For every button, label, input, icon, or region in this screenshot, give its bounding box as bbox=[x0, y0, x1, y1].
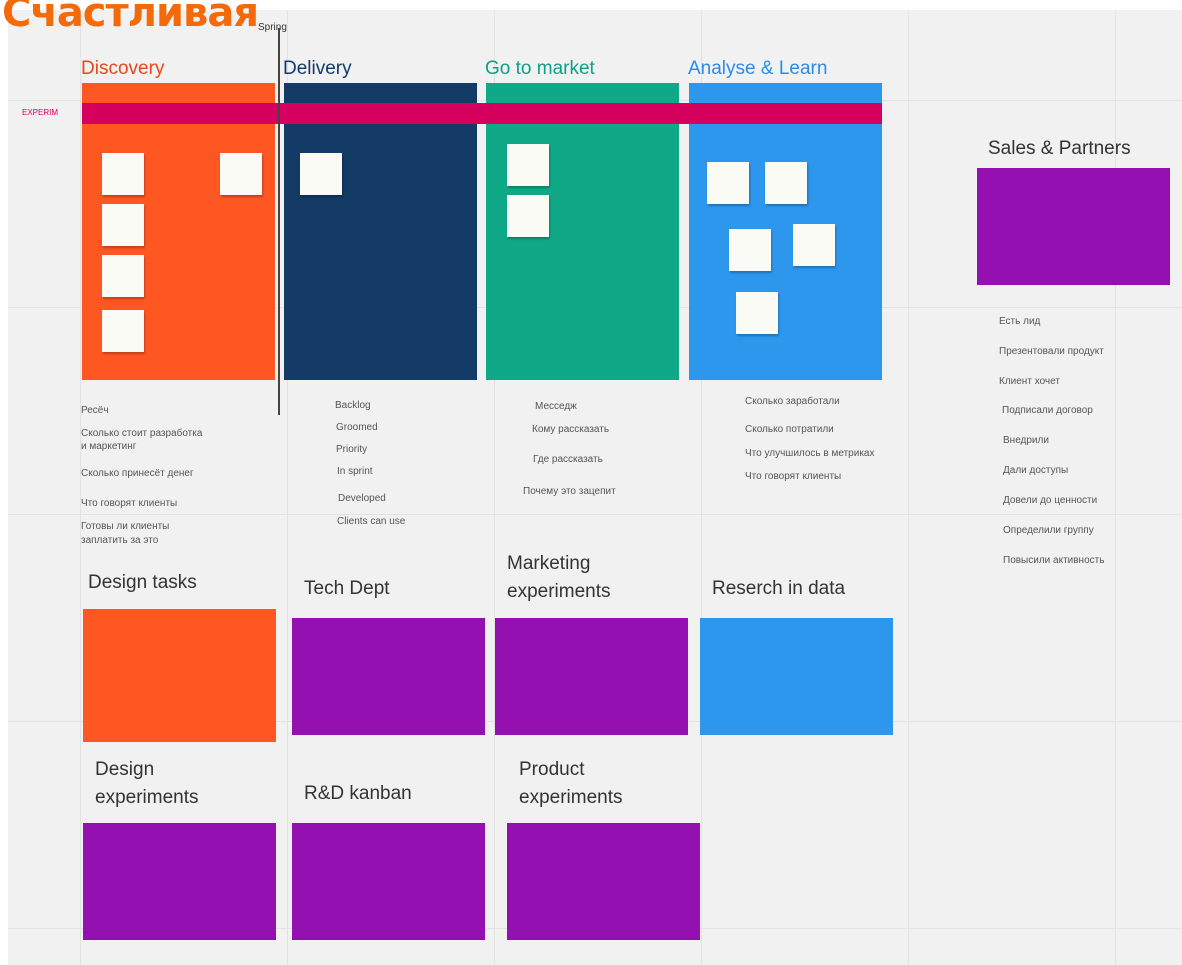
sticky-note[interactable] bbox=[102, 204, 144, 246]
spring-label: Spring bbox=[258, 22, 287, 33]
sales-step: Определили группу bbox=[1003, 525, 1094, 536]
brand-title: Счастливая bbox=[2, 0, 259, 36]
sales-step: Презентовали продукт bbox=[999, 346, 1104, 357]
go-to-market-note: Почему это зацепит bbox=[523, 486, 616, 497]
analyse-note: Что улучшилось в метриках bbox=[745, 448, 875, 459]
sales-step: Довели до ценности bbox=[1003, 495, 1098, 506]
sales-step: Внедрили bbox=[1003, 435, 1049, 446]
product-experiments-frame[interactable] bbox=[507, 823, 700, 940]
section-title-product-experiments: Product experiments bbox=[519, 759, 623, 808]
go-to-market-note: Месседж bbox=[535, 401, 577, 412]
sales-partners-frame[interactable] bbox=[977, 168, 1170, 285]
discovery-note: Что говорят клиенты bbox=[81, 498, 178, 509]
sticky-note[interactable] bbox=[102, 255, 144, 297]
sales-step: Есть лид bbox=[999, 316, 1041, 327]
spring-divider-line[interactable] bbox=[278, 28, 280, 415]
sticky-note[interactable] bbox=[765, 162, 807, 204]
rd-kanban-frame[interactable] bbox=[292, 823, 485, 940]
section-title-reserch-in-data: Reserch in data bbox=[712, 578, 846, 599]
go-to-market-note: Кому рассказать bbox=[532, 424, 610, 435]
design-tasks-frame[interactable] bbox=[83, 609, 276, 742]
discovery-note: Сколько стоит разработка и маркетинг bbox=[81, 428, 203, 452]
analyse-note: Сколько заработали bbox=[745, 396, 840, 407]
sticky-note[interactable] bbox=[736, 292, 778, 334]
sticky-note[interactable] bbox=[793, 224, 835, 266]
column-title-analyse-learn: Analyse & Learn bbox=[688, 58, 828, 79]
sticky-note[interactable] bbox=[102, 153, 144, 195]
column-title-delivery: Delivery bbox=[283, 58, 352, 79]
sticky-note[interactable] bbox=[102, 310, 144, 352]
sticky-note[interactable] bbox=[220, 153, 262, 195]
section-title-design-experiments: Design experiments bbox=[95, 759, 199, 808]
sticky-note[interactable] bbox=[507, 195, 549, 237]
section-title-marketing-experiments: Marketing experiments bbox=[507, 553, 611, 602]
sticky-note[interactable] bbox=[507, 144, 549, 186]
delivery-note: Groomed bbox=[336, 422, 378, 433]
section-title-tech-dept: Tech Dept bbox=[304, 578, 390, 599]
sales-step: Подписали договор bbox=[1002, 405, 1093, 416]
sales-step: Клиент хочет bbox=[999, 376, 1060, 387]
sales-step: Дали доступы bbox=[1003, 465, 1069, 476]
analyse-note: Что говорят клиенты bbox=[745, 471, 842, 482]
go-to-market-note: Где рассказать bbox=[533, 454, 603, 465]
delivery-note: Clients can use bbox=[337, 516, 406, 527]
delivery-note: Developed bbox=[338, 493, 386, 504]
sales-step: Повысили активность bbox=[1003, 555, 1105, 566]
marketing-experiments-frame[interactable] bbox=[495, 618, 688, 735]
experiment-band[interactable] bbox=[82, 103, 882, 124]
discovery-note: Сколько принесёт денег bbox=[81, 468, 194, 479]
delivery-frame[interactable] bbox=[284, 83, 477, 380]
delivery-note: In sprint bbox=[337, 466, 373, 477]
design-experiments-frame[interactable] bbox=[83, 823, 276, 940]
sticky-note[interactable] bbox=[300, 153, 342, 195]
section-title-rd-kanban: R&D kanban bbox=[304, 783, 412, 804]
reserch-in-data-frame[interactable] bbox=[700, 618, 893, 735]
experiment-label: EXPERIM bbox=[22, 108, 59, 117]
analyse-learn-frame[interactable] bbox=[689, 83, 882, 380]
discovery-note: Готовы ли клиенты заплатить за это bbox=[81, 521, 170, 546]
section-title-design-tasks: Design tasks bbox=[88, 572, 197, 593]
analyse-note: Сколько потратили bbox=[745, 424, 834, 435]
sticky-note[interactable] bbox=[707, 162, 749, 204]
column-title-discovery: Discovery bbox=[81, 58, 165, 79]
sticky-note[interactable] bbox=[729, 229, 771, 271]
discovery-note: Ресёч bbox=[81, 405, 109, 416]
delivery-note: Priority bbox=[336, 444, 368, 455]
sales-partners-title: Sales & Partners bbox=[988, 138, 1131, 159]
delivery-note: Backlog bbox=[335, 400, 371, 411]
column-title-go-to-market: Go to market bbox=[485, 58, 595, 79]
tech-dept-frame[interactable] bbox=[292, 618, 485, 735]
